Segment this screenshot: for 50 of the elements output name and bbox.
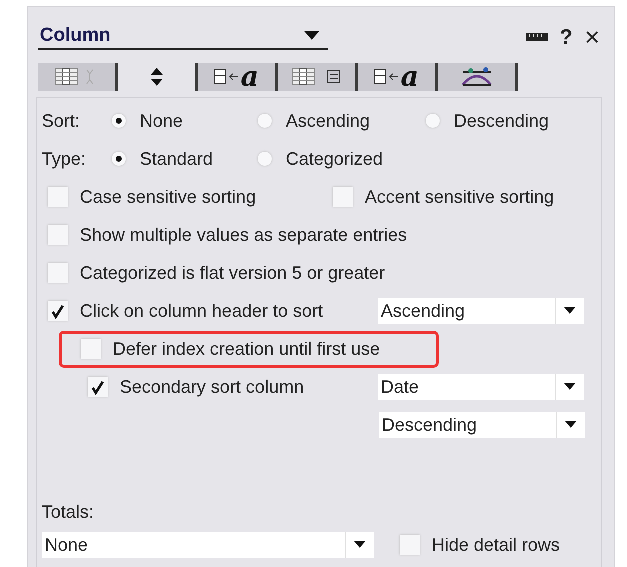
option-label: Descending xyxy=(454,110,550,132)
caret-icon xyxy=(304,31,320,40)
dropdown[interactable]: None xyxy=(42,532,374,558)
checkbox-label: Secondary sort column xyxy=(120,376,304,398)
field-label: Totals: xyxy=(42,502,96,524)
caret-icon xyxy=(564,383,576,391)
checkbox-label: Hide detail rows xyxy=(432,534,560,556)
panel-title-dropdown[interactable]: Column xyxy=(38,24,328,50)
tab[interactable]: a xyxy=(358,63,438,91)
checkbox[interactable] xyxy=(48,225,68,245)
checkbox-label: Categorized is flat version 5 or greater xyxy=(80,262,386,284)
tab[interactable] xyxy=(278,63,358,91)
checkbox-label: Show multiple values as separate entries xyxy=(80,224,408,246)
checkbox[interactable] xyxy=(81,339,101,359)
sort-arrows-icon xyxy=(150,66,164,88)
tab[interactable] xyxy=(438,63,518,91)
caret-icon xyxy=(565,421,577,429)
checkbox-label: Accent sensitive sorting xyxy=(365,186,554,208)
radio-button[interactable] xyxy=(426,114,440,128)
dropdown[interactable]: Descending xyxy=(379,412,585,438)
checkbox[interactable] xyxy=(48,263,68,283)
dropdown[interactable]: Date xyxy=(378,374,584,400)
dropdown[interactable]: Ascending xyxy=(378,298,584,324)
option-label: None xyxy=(140,110,184,132)
caret-icon xyxy=(354,541,366,549)
field-label: Sort: xyxy=(42,110,82,132)
checkbox[interactable] xyxy=(400,535,420,555)
checkbox[interactable] xyxy=(333,187,353,207)
checkbox[interactable] xyxy=(88,377,108,397)
close-button[interactable]: × xyxy=(584,24,600,50)
table-icon xyxy=(292,66,342,88)
radio-button[interactable] xyxy=(112,152,126,166)
bridge-icon xyxy=(460,66,492,88)
help-button[interactable]: ? xyxy=(560,26,573,48)
tab[interactable] xyxy=(38,63,118,91)
caret-icon xyxy=(564,307,576,315)
checkbox[interactable] xyxy=(48,301,68,321)
option-label: Ascending xyxy=(286,110,370,132)
checkbox-label: Case sensitive sorting xyxy=(80,186,256,208)
option-label: Standard xyxy=(140,148,214,170)
radio-button[interactable] xyxy=(112,114,126,128)
tab[interactable]: a xyxy=(198,63,278,91)
checkbox[interactable] xyxy=(48,187,68,207)
field-label: Type: xyxy=(42,148,88,170)
ruler-icon[interactable] xyxy=(526,33,548,41)
checkbox-label: Click on column header to sort xyxy=(80,300,324,322)
checkbox-label: Defer index creation until first use xyxy=(113,338,380,360)
radio-button[interactable] xyxy=(258,114,272,128)
option-label: Categorized xyxy=(286,148,384,170)
radio-button[interactable] xyxy=(258,152,272,166)
